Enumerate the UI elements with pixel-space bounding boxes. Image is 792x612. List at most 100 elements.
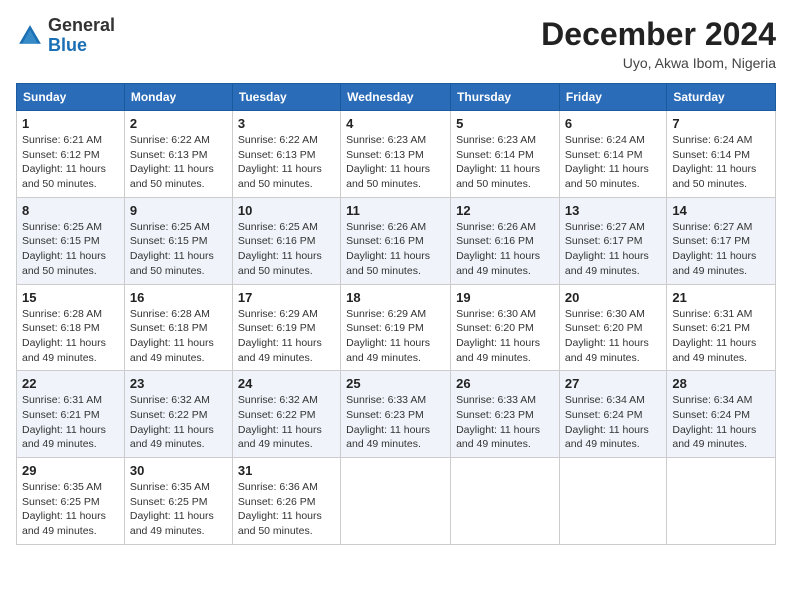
day-number: 11 <box>346 203 445 218</box>
calendar-cell: 19Sunrise: 6:30 AMSunset: 6:20 PMDayligh… <box>451 284 560 371</box>
day-detail: Sunrise: 6:30 AMSunset: 6:20 PMDaylight:… <box>565 307 661 366</box>
day-number: 18 <box>346 290 445 305</box>
day-number: 2 <box>130 116 227 131</box>
day-number: 25 <box>346 376 445 391</box>
logo-icon <box>16 22 44 50</box>
title-block: December 2024 Uyo, Akwa Ibom, Nigeria <box>541 16 776 71</box>
calendar-week-row: 29 Sunrise: 6:35 AMSunset: 6:25 PMDayligh… <box>17 458 776 545</box>
day-number: 29 <box>22 463 119 478</box>
day-detail: Sunrise: 6:36 AMSunset: 6:26 PMDaylight:… <box>238 480 335 539</box>
day-number: 26 <box>456 376 554 391</box>
calendar-cell <box>451 458 560 545</box>
day-detail: Sunrise: 6:35 AMSunset: 6:25 PMDaylight:… <box>130 480 227 539</box>
day-number: 16 <box>130 290 227 305</box>
calendar-cell: 2 Sunrise: 6:22 AMSunset: 6:13 PMDaylight… <box>124 111 232 198</box>
day-detail: Sunrise: 6:30 AMSunset: 6:20 PMDaylight:… <box>456 307 554 366</box>
day-detail: Sunrise: 6:25 AMSunset: 6:15 PMDaylight:… <box>130 220 227 279</box>
day-detail: Sunrise: 6:26 AMSunset: 6:16 PMDaylight:… <box>456 220 554 279</box>
day-number: 14 <box>672 203 770 218</box>
calendar-cell <box>341 458 451 545</box>
calendar-cell: 16 Sunrise: 6:28 AMSunset: 6:18 PMDayligh… <box>124 284 232 371</box>
day-detail: Sunrise: 6:33 AMSunset: 6:23 PMDaylight:… <box>346 393 445 452</box>
calendar-cell: 31 Sunrise: 6:36 AMSunset: 6:26 PMDayligh… <box>232 458 340 545</box>
day-detail: Sunrise: 6:34 AMSunset: 6:24 PMDaylight:… <box>565 393 661 452</box>
calendar-body: 1Sunrise: 6:21 AMSunset: 6:12 PMDaylight… <box>17 111 776 545</box>
calendar-cell: 20 Sunrise: 6:30 AMSunset: 6:20 PMDayligh… <box>559 284 666 371</box>
day-number: 13 <box>565 203 661 218</box>
day-detail: Sunrise: 6:32 AMSunset: 6:22 PMDaylight:… <box>130 393 227 452</box>
day-number: 20 <box>565 290 661 305</box>
calendar-week-row: 1Sunrise: 6:21 AMSunset: 6:12 PMDaylight… <box>17 111 776 198</box>
calendar-cell: 17 Sunrise: 6:29 AMSunset: 6:19 PMDayligh… <box>232 284 340 371</box>
day-number: 3 <box>238 116 335 131</box>
location-subtitle: Uyo, Akwa Ibom, Nigeria <box>541 55 776 71</box>
day-number: 15 <box>22 290 119 305</box>
calendar-cell: 29 Sunrise: 6:35 AMSunset: 6:25 PMDayligh… <box>17 458 125 545</box>
day-detail: Sunrise: 6:35 AMSunset: 6:25 PMDaylight:… <box>22 480 119 539</box>
calendar-cell: 22 Sunrise: 6:31 AMSunset: 6:21 PMDayligh… <box>17 371 125 458</box>
logo-text: General Blue <box>48 16 115 56</box>
calendar-cell: 13Sunrise: 6:27 AMSunset: 6:17 PMDayligh… <box>559 197 666 284</box>
day-number: 28 <box>672 376 770 391</box>
header-day: Saturday <box>667 84 776 111</box>
calendar-cell: 15Sunrise: 6:28 AMSunset: 6:18 PMDayligh… <box>17 284 125 371</box>
header-day: Friday <box>559 84 666 111</box>
calendar-table: SundayMondayTuesdayWednesdayThursdayFrid… <box>16 83 776 545</box>
calendar-cell: 30 Sunrise: 6:35 AMSunset: 6:25 PMDayligh… <box>124 458 232 545</box>
logo-general: General <box>48 15 115 35</box>
day-detail: Sunrise: 6:25 AMSunset: 6:15 PMDaylight:… <box>22 220 119 279</box>
calendar-week-row: 8 Sunrise: 6:25 AMSunset: 6:15 PMDaylight… <box>17 197 776 284</box>
day-number: 23 <box>130 376 227 391</box>
day-number: 1 <box>22 116 119 131</box>
header-row: SundayMondayTuesdayWednesdayThursdayFrid… <box>17 84 776 111</box>
header-day: Thursday <box>451 84 560 111</box>
day-detail: Sunrise: 6:29 AMSunset: 6:19 PMDaylight:… <box>238 307 335 366</box>
calendar-cell: 18Sunrise: 6:29 AMSunset: 6:19 PMDayligh… <box>341 284 451 371</box>
calendar-cell: 10Sunrise: 6:25 AMSunset: 6:16 PMDayligh… <box>232 197 340 284</box>
calendar-cell: 4 Sunrise: 6:23 AMSunset: 6:13 PMDaylight… <box>341 111 451 198</box>
calendar-cell: 6Sunrise: 6:24 AMSunset: 6:14 PMDaylight… <box>559 111 666 198</box>
day-detail: Sunrise: 6:24 AMSunset: 6:14 PMDaylight:… <box>565 133 661 192</box>
calendar-cell <box>559 458 666 545</box>
logo: General Blue <box>16 16 115 56</box>
day-detail: Sunrise: 6:31 AMSunset: 6:21 PMDaylight:… <box>22 393 119 452</box>
day-number: 12 <box>456 203 554 218</box>
calendar-cell: 3Sunrise: 6:22 AMSunset: 6:13 PMDaylight… <box>232 111 340 198</box>
day-detail: Sunrise: 6:28 AMSunset: 6:18 PMDaylight:… <box>130 307 227 366</box>
header-day: Tuesday <box>232 84 340 111</box>
month-title: December 2024 <box>541 16 776 53</box>
calendar-cell: 9 Sunrise: 6:25 AMSunset: 6:15 PMDaylight… <box>124 197 232 284</box>
calendar-week-row: 15 Sunrise: 6:28 AMSunset: 6:18 PMDayligh… <box>17 284 776 371</box>
calendar-cell: 8 Sunrise: 6:25 AMSunset: 6:15 PMDaylight… <box>17 197 125 284</box>
day-detail: Sunrise: 6:22 AMSunset: 6:13 PMDaylight:… <box>130 133 227 192</box>
day-detail: Sunrise: 6:33 AMSunset: 6:23 PMDaylight:… <box>456 393 554 452</box>
day-detail: Sunrise: 6:26 AMSunset: 6:16 PMDaylight:… <box>346 220 445 279</box>
day-number: 22 <box>22 376 119 391</box>
calendar-week-row: 22 Sunrise: 6:31 AMSunset: 6:21 PMDayligh… <box>17 371 776 458</box>
day-number: 30 <box>130 463 227 478</box>
calendar-cell: 23 Sunrise: 6:32 AMSunset: 6:22 PMDayligh… <box>124 371 232 458</box>
calendar-cell: 12 Sunrise: 6:26 AMSunset: 6:16 PMDayligh… <box>451 197 560 284</box>
day-number: 27 <box>565 376 661 391</box>
calendar-cell: 5Sunrise: 6:23 AMSunset: 6:14 PMDaylight… <box>451 111 560 198</box>
calendar-cell: 26 Sunrise: 6:33 AMSunset: 6:23 PMDayligh… <box>451 371 560 458</box>
day-detail: Sunrise: 6:25 AMSunset: 6:16 PMDaylight:… <box>238 220 335 279</box>
day-number: 9 <box>130 203 227 218</box>
day-number: 31 <box>238 463 335 478</box>
day-detail: Sunrise: 6:24 AMSunset: 6:14 PMDaylight:… <box>672 133 770 192</box>
day-number: 8 <box>22 203 119 218</box>
day-number: 17 <box>238 290 335 305</box>
day-detail: Sunrise: 6:23 AMSunset: 6:13 PMDaylight:… <box>346 133 445 192</box>
header-day: Monday <box>124 84 232 111</box>
day-number: 21 <box>672 290 770 305</box>
day-number: 24 <box>238 376 335 391</box>
day-number: 5 <box>456 116 554 131</box>
calendar-cell: 27 Sunrise: 6:34 AMSunset: 6:24 PMDayligh… <box>559 371 666 458</box>
calendar-header: SundayMondayTuesdayWednesdayThursdayFrid… <box>17 84 776 111</box>
calendar-cell: 11 Sunrise: 6:26 AMSunset: 6:16 PMDayligh… <box>341 197 451 284</box>
day-detail: Sunrise: 6:31 AMSunset: 6:21 PMDaylight:… <box>672 307 770 366</box>
page-header: General Blue December 2024 Uyo, Akwa Ibo… <box>16 16 776 71</box>
calendar-cell: 25 Sunrise: 6:33 AMSunset: 6:23 PMDayligh… <box>341 371 451 458</box>
day-number: 4 <box>346 116 445 131</box>
day-detail: Sunrise: 6:34 AMSunset: 6:24 PMDaylight:… <box>672 393 770 452</box>
